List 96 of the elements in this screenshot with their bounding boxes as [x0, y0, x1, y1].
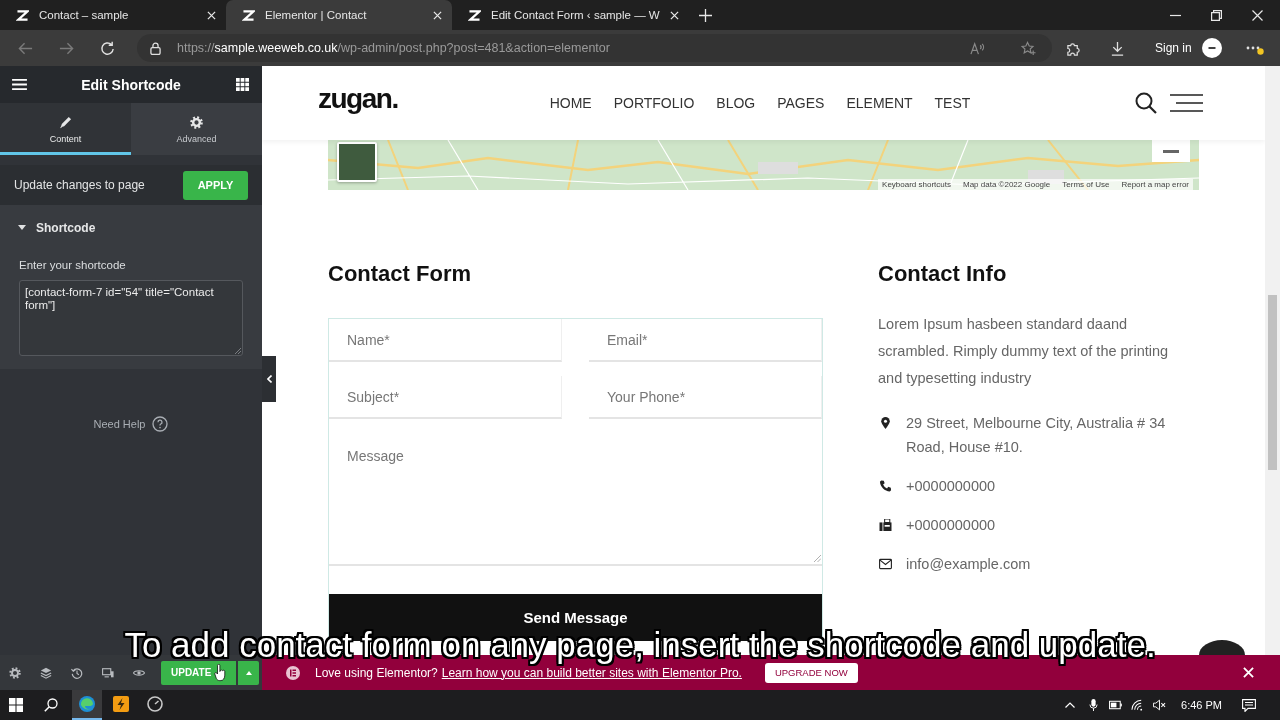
- lightning-app-icon: [113, 696, 129, 712]
- help-link[interactable]: Need Help: [93, 416, 169, 432]
- field-label: Enter your shortcode: [19, 259, 127, 271]
- section-heading: Contact Form: [328, 261, 471, 287]
- phone-text: +0000000000: [906, 477, 996, 496]
- map-attribution[interactable]: Keyboard shortcuts: [882, 180, 951, 189]
- phone-icon: [879, 480, 892, 492]
- z-logo-icon: [468, 9, 481, 21]
- browser-icon: [79, 696, 95, 712]
- read-aloud-icon[interactable]: [970, 40, 985, 56]
- download-icon[interactable]: [1110, 40, 1125, 56]
- resize-grip-icon: [814, 555, 821, 562]
- nav-link[interactable]: PORTFOLIO: [613, 95, 695, 111]
- promo-text: Love using Elementor?: [315, 665, 438, 680]
- browser-tab[interactable]: Edit Contact Form ‹ sample — W: [452, 0, 689, 30]
- star-plus-icon[interactable]: [1021, 40, 1036, 56]
- responsive-icon[interactable]: [102, 666, 114, 679]
- search-icon[interactable]: [1135, 92, 1157, 114]
- section-heading: Contact Info: [878, 261, 1007, 287]
- chevron-left-icon: [266, 375, 272, 383]
- input-field[interactable]: Your Phone*: [589, 376, 822, 419]
- hand-cursor-icon: [214, 664, 226, 682]
- fax-text: +0000000000: [906, 516, 996, 535]
- map-attribution[interactable]: Report a map error: [1121, 180, 1189, 189]
- input-field[interactable]: Subject*: [329, 376, 562, 419]
- avatar-icon: [1201, 38, 1222, 58]
- windows-logo-icon[interactable]: [9, 698, 23, 712]
- nav-link[interactable]: BLOG: [716, 95, 756, 111]
- minus-icon: [1163, 149, 1179, 153]
- back-icon[interactable]: [18, 40, 33, 56]
- email-text: info@example.com: [906, 555, 1031, 574]
- close-icon[interactable]: [669, 10, 679, 20]
- history-icon[interactable]: [71, 666, 83, 679]
- menu-icon[interactable]: [1170, 94, 1203, 112]
- notification-icon[interactable]: [1242, 698, 1256, 712]
- input-field[interactable]: Email*: [589, 319, 822, 362]
- z-logo-icon: [16, 9, 29, 21]
- layers-icon[interactable]: [40, 666, 52, 679]
- zoom-out-button[interactable]: [1152, 140, 1190, 162]
- panel-tab[interactable]: Advanced: [131, 103, 262, 155]
- close-icon[interactable]: [207, 10, 216, 20]
- z-logo-icon: [242, 9, 255, 21]
- caret-up-icon[interactable]: [1065, 702, 1076, 708]
- address-bar[interactable]: https://sample.weeweb.co.uk/wp-admin/post.php?post=481&action=elementor: [137, 34, 1052, 62]
- promo-link[interactable]: Learn how you can build better sites with Elementor Pro.: [441, 665, 742, 680]
- microphone-icon[interactable]: [1087, 699, 1101, 711]
- browser-tab[interactable]: Contact – sample: [0, 0, 226, 30]
- fax-icon: [879, 519, 892, 531]
- site-logo[interactable]: zugan.: [318, 83, 398, 115]
- help-icon: [152, 416, 169, 432]
- resize-grip-icon: [235, 348, 241, 354]
- reload-icon[interactable]: [100, 40, 115, 56]
- input-field[interactable]: Name*: [329, 319, 562, 362]
- forward-icon[interactable]: [59, 40, 74, 56]
- close-icon[interactable]: [433, 10, 442, 20]
- nav-link[interactable]: TEST: [934, 95, 971, 111]
- map-type-thumbnail[interactable]: [337, 142, 377, 182]
- plus-icon[interactable]: [698, 8, 712, 22]
- search-icon[interactable]: [44, 698, 58, 712]
- close-icon[interactable]: [1252, 9, 1263, 21]
- taskbar-app[interactable]: [72, 690, 102, 720]
- scrollbar[interactable]: [1265, 66, 1280, 655]
- gear-icon: [190, 115, 203, 129]
- update-options-button[interactable]: [238, 660, 259, 685]
- gauge-app-icon: [147, 696, 163, 712]
- clock-text[interactable]: 6:46 PM: [1181, 699, 1222, 711]
- map-attribution[interactable]: Map data ©2022 Google: [963, 180, 1051, 189]
- e-logo-icon: [286, 665, 300, 680]
- nav-link[interactable]: HOME: [549, 95, 592, 111]
- sign-in-button[interactable]: Sign in: [1145, 35, 1226, 61]
- section-toggle[interactable]: Shortcode: [0, 205, 262, 250]
- caret-up-icon: [245, 670, 252, 675]
- browser-tab[interactable]: Elementor | Contact: [226, 0, 452, 30]
- info-paragraph: Lorem Ipsum hasbeen standard daand scrambled. Rimply dummy text of the printing and typesetting industry: [878, 315, 1170, 388]
- lock-icon: [150, 41, 161, 55]
- battery-icon[interactable]: [1109, 699, 1123, 711]
- panel-tab[interactable]: Content: [0, 103, 131, 155]
- address-text: 29 Street, Melbourne City, Australia # 34 Road, House #10.: [906, 414, 1167, 457]
- gear-icon[interactable]: [9, 666, 21, 679]
- nav-link[interactable]: PAGES: [777, 95, 825, 111]
- apply-label: Update changes to page: [14, 178, 145, 192]
- wifi-icon[interactable]: [1131, 699, 1145, 711]
- map-attribution[interactable]: Terms of Use: [1062, 180, 1110, 189]
- pin-icon: [879, 417, 892, 429]
- grid-icon[interactable]: [235, 78, 250, 91]
- restore-icon[interactable]: [1211, 9, 1222, 21]
- panel-title: Edit Shortcode: [80, 76, 182, 93]
- nav-link[interactable]: ELEMENT: [846, 95, 913, 111]
- upgrade-button[interactable]: UPGRADE NOW: [764, 662, 858, 683]
- shortcode-field[interactable]: [contact-form-7 id="54" title="Contact form"]: [19, 280, 243, 356]
- speaker-muted-icon[interactable]: [1153, 699, 1167, 711]
- panel-collapse-button[interactable]: [262, 356, 276, 402]
- pencil-icon: [59, 115, 72, 129]
- floating-button[interactable]: [1199, 640, 1245, 655]
- puzzle-icon[interactable]: [1066, 40, 1081, 56]
- mail-icon: [879, 558, 892, 570]
